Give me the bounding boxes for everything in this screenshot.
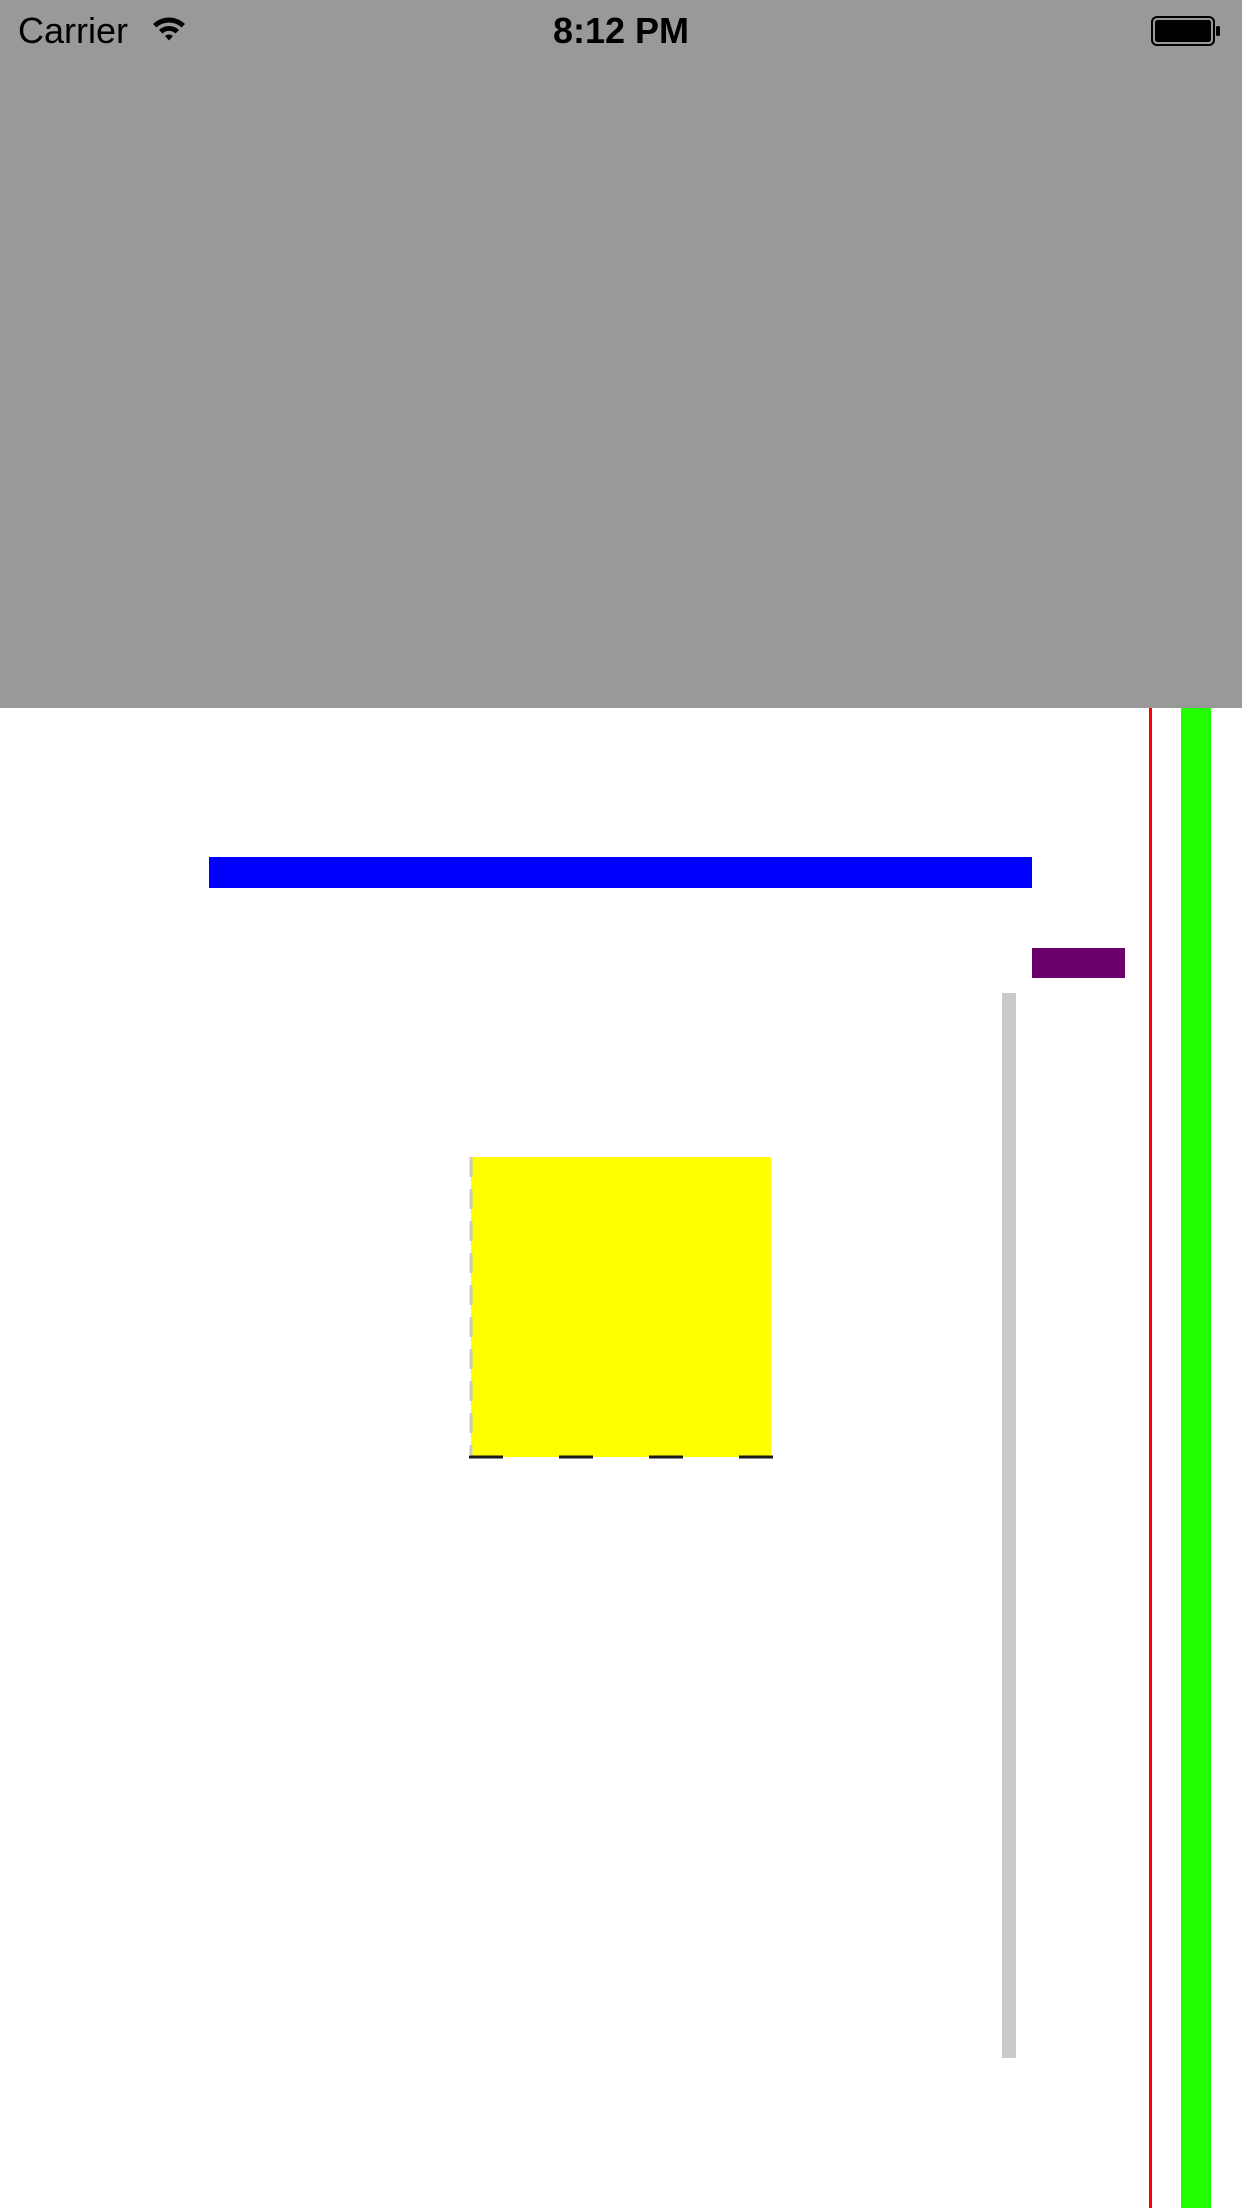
purple-bar bbox=[1032, 948, 1125, 978]
battery-full-icon bbox=[1151, 16, 1220, 46]
red-vertical-line bbox=[1149, 708, 1152, 2208]
screen: Carrier 8:12 PM bbox=[0, 0, 1242, 2208]
gray-vertical-track bbox=[1002, 993, 1016, 2058]
top-gray-panel: Carrier 8:12 PM bbox=[0, 0, 1242, 708]
status-time: 8:12 PM bbox=[552, 10, 690, 51]
blue-horizontal-bar bbox=[209, 857, 1032, 888]
yellow-square-dashed-border bbox=[469, 1157, 773, 1459]
green-vertical-bar bbox=[1181, 708, 1211, 2208]
status-bar: Carrier 8:12 PM bbox=[0, 0, 1242, 60]
